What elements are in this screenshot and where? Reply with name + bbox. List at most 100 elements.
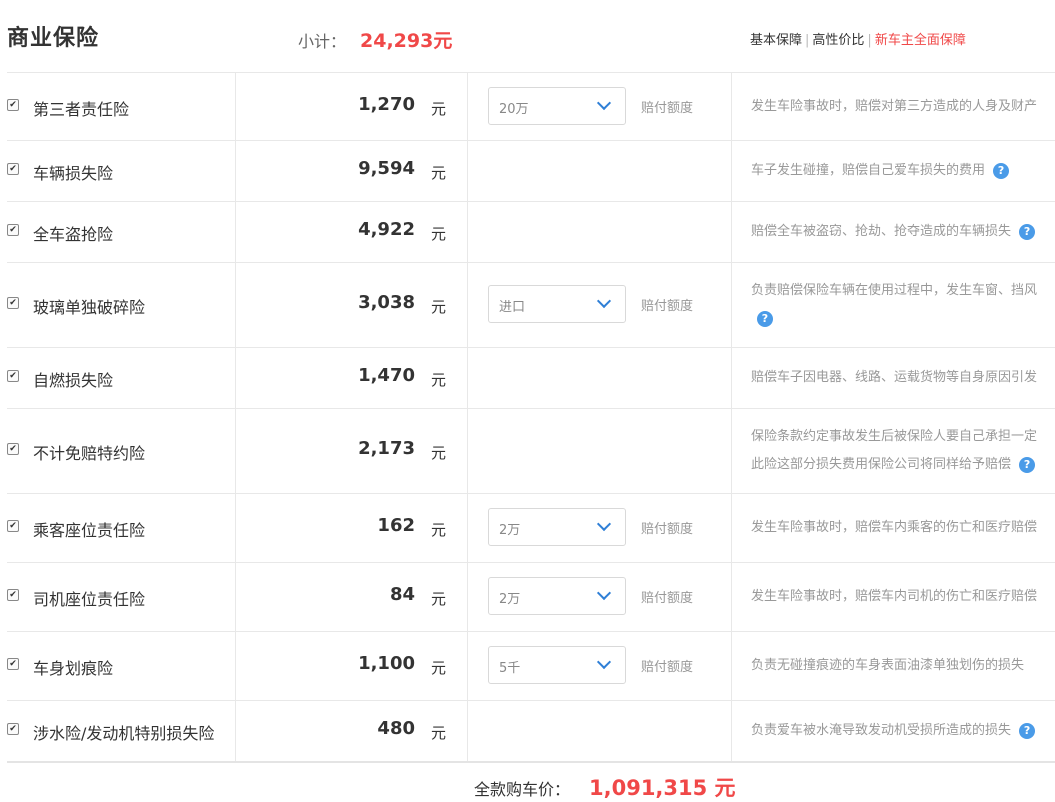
column-divider (467, 409, 468, 493)
chevron-down-icon (596, 654, 612, 670)
insurance-description: 负责无碰撞痕迹的车身表面油漆单独划伤的损失 (751, 652, 1055, 680)
column-divider (235, 202, 236, 262)
table-row: ✔ 车身划痕险 1,100 元 5千 赔付额度 负责无碰撞痕迹的车身表面油漆单独划伤的损失 (7, 632, 1055, 701)
insurance-price: 1,100 (358, 653, 415, 674)
column-divider (235, 348, 236, 408)
amount-label: 赔付额度 (641, 591, 694, 606)
insurance-name: 乘客座位责任险 (33, 521, 146, 540)
plan-filters: 基本保障 | 高性价比 | 新车主全面保障 (750, 29, 966, 48)
insurance-description: 发生车险事故时，赔偿对第三方造成的人身及财产 (751, 93, 1055, 121)
filter-new-owner[interactable]: 新车主全面保障 (875, 33, 966, 48)
column-divider (467, 348, 468, 408)
coverage-amount-value: 2万 (499, 592, 521, 607)
column-divider (731, 409, 732, 493)
insurance-description: 车子发生碰撞，赔偿自己爱车损失的费用? (751, 157, 1055, 185)
checkbox-checked-icon[interactable]: ✔ (7, 163, 19, 175)
insurance-name: 司机座位责任险 (33, 590, 146, 609)
page-title: 商业保险 (7, 26, 100, 51)
insurance-price: 84 (389, 584, 415, 605)
column-divider (731, 701, 732, 761)
price-unit: 元 (431, 225, 447, 243)
table-row: ✔ 玻璃单独破碎险 3,038 元 进口 赔付额度 负责赔偿保险车辆在使用过程中，发生车窗、… (7, 263, 1055, 348)
chevron-down-icon (596, 95, 612, 110)
price-unit: 元 (431, 444, 447, 462)
column-divider (235, 409, 236, 493)
chevron-down-icon (596, 293, 612, 309)
description-text: 发生车险事故时，赔偿车内司机的伤亡和医疗赔偿 (751, 589, 1038, 604)
column-divider (731, 141, 732, 201)
insurance-name: 涉水险/发动机特别损失险 (33, 724, 215, 743)
column-divider (731, 632, 732, 700)
column-divider (467, 202, 468, 262)
column-divider (467, 632, 468, 700)
description-text: 发生车险事故时，赔偿车内乘客的伤亡和医疗赔偿 (751, 520, 1038, 535)
insurance-name: 全车盗抢险 (33, 225, 114, 244)
checkbox-checked-icon[interactable]: ✔ (7, 224, 19, 236)
filter-value[interactable]: 高性价比 (812, 33, 864, 48)
insurance-price: 1,270 (358, 93, 415, 115)
column-divider (467, 263, 468, 347)
checkbox-checked-icon[interactable]: ✔ (7, 370, 19, 382)
coverage-amount-select[interactable]: 20万 (488, 86, 626, 125)
question-circle-icon[interactable]: ? (1019, 722, 1036, 739)
checkbox-checked-icon[interactable]: ✔ (7, 443, 19, 455)
column-divider (467, 563, 468, 631)
column-divider (467, 701, 468, 761)
question-circle-icon[interactable]: ? (993, 162, 1010, 179)
coverage-amount-select[interactable]: 2万 (488, 577, 626, 615)
column-divider (235, 632, 236, 700)
insurance-description: 负责爱车被水淹导致发动机受损所造成的损失? (751, 717, 1055, 745)
table-row: ✔ 自燃损失险 1,470 元 赔偿车子因电器、线路、运载货物等自身原因引发 (7, 348, 1055, 409)
insurance-description: 负责赔偿保险车辆在使用过程中，发生车窗、挡风? (751, 277, 1055, 333)
description-text: 发生车险事故时，赔偿对第三方造成的人身及财产 (751, 98, 1038, 114)
insurance-price: 480 (377, 718, 415, 739)
insurance-description: 发生车险事故时，赔偿车内乘客的伤亡和医疗赔偿 (751, 514, 1055, 542)
column-divider (235, 563, 236, 631)
total-value: 1,091,315 元 (589, 776, 736, 800)
column-divider (731, 494, 732, 562)
insurance-description: 保险条款约定事故发生后被保险人要自己承担一定 此险这部分损失费用保险公司将同样给予… (751, 423, 1055, 479)
price-unit: 元 (431, 590, 447, 608)
subtotal-label: 小计： (298, 32, 347, 51)
coverage-amount-select[interactable]: 5千 (488, 646, 626, 684)
description-text: 负责赔偿保险车辆在使用过程中，发生车窗、挡风 (751, 283, 1038, 298)
question-circle-icon[interactable]: ? (1019, 456, 1036, 473)
insurance-price: 1,470 (358, 365, 415, 386)
description-text: 保险条款约定事故发生后被保险人要自己承担一定 (751, 429, 1038, 444)
coverage-amount-value: 2万 (499, 523, 521, 538)
question-circle-icon[interactable]: ? (757, 310, 773, 327)
column-divider (467, 141, 468, 201)
column-divider (467, 73, 468, 140)
coverage-amount-select[interactable]: 进口 (488, 285, 626, 323)
checkbox-checked-icon[interactable]: ✔ (7, 98, 19, 111)
insurance-name: 第三者责任险 (33, 99, 130, 119)
insurance-name: 车辆损失险 (33, 164, 114, 183)
question-circle-icon[interactable]: ? (1019, 223, 1036, 240)
total-bar: 全款购车价： 1,091,315 元 (0, 770, 1055, 802)
price-unit: 元 (431, 724, 447, 742)
table-row: ✔ 涉水险/发动机特别损失险 480 元 负责爱车被水淹导致发动机受损所造成的损失? (7, 701, 1055, 763)
insurance-name: 玻璃单独破碎险 (33, 298, 146, 317)
checkbox-checked-icon[interactable]: ✔ (7, 297, 19, 309)
coverage-amount-select[interactable]: 2万 (488, 508, 626, 546)
insurance-price: 162 (377, 515, 415, 536)
filter-divider: | (867, 33, 872, 48)
subtotal-value: 24,293元 (360, 30, 453, 52)
checkbox-checked-icon[interactable]: ✔ (7, 723, 19, 735)
amount-label: 赔付额度 (641, 100, 694, 116)
table-row: ✔ 第三者责任险 1,270 元 20万 赔付额度 发生车险事故时，赔偿对第三方造成的人身及… (7, 73, 1055, 141)
insurance-price: 4,922 (358, 219, 415, 240)
coverage-amount-value: 5千 (499, 661, 521, 676)
coverage-amount-value: 进口 (499, 300, 526, 315)
column-divider (235, 263, 236, 347)
insurance-description: 赔偿全车被盗窃、抢劫、抢夺造成的车辆损失? (751, 218, 1055, 246)
filter-basic[interactable]: 基本保障 (750, 33, 802, 48)
insurance-description: 赔偿车子因电器、线路、运载货物等自身原因引发 (751, 364, 1055, 392)
insurance-name: 不计免赔特约险 (33, 444, 146, 463)
price-unit: 元 (431, 164, 447, 182)
filter-divider: | (805, 33, 810, 48)
checkbox-checked-icon[interactable]: ✔ (7, 658, 19, 670)
checkbox-checked-icon[interactable]: ✔ (7, 520, 19, 532)
description-text: 此险这部分损失费用保险公司将同样给予赔偿 (751, 457, 1012, 472)
checkbox-checked-icon[interactable]: ✔ (7, 589, 19, 601)
